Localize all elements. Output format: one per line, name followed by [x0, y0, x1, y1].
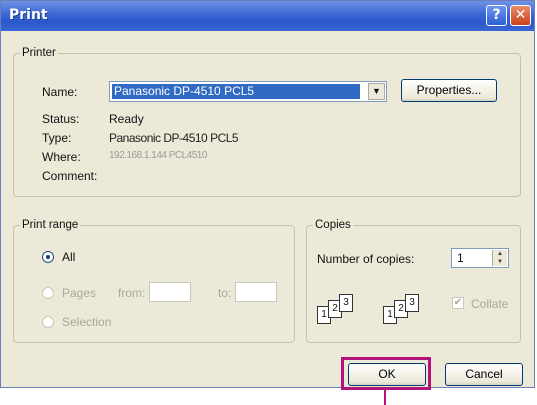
selection-radio[interactable] — [42, 316, 54, 328]
type-label: Type: — [42, 131, 72, 145]
page-icon: 3 — [405, 294, 419, 312]
pages-radio[interactable] — [42, 287, 54, 299]
copies-group: Copies — [306, 219, 521, 343]
comment-label: Comment: — [42, 169, 98, 183]
printer-name-value: Panasonic DP-4510 PCL5 — [112, 84, 360, 99]
collate-checkbox[interactable]: ✔ — [452, 297, 464, 309]
from-label: from: — [118, 286, 146, 300]
help-button[interactable]: ? — [486, 5, 507, 26]
where-value: 192.168.1.144 PCL4510 — [109, 150, 207, 161]
to-input[interactable] — [235, 282, 277, 302]
dialog-title: Print — [9, 7, 48, 23]
printer-name-select[interactable]: Panasonic DP-4510 PCL5 ▼ — [109, 81, 387, 102]
where-label: Where: — [42, 150, 81, 164]
from-input[interactable] — [149, 282, 191, 302]
pages-label[interactable]: Pages — [62, 286, 96, 300]
selection-label[interactable]: Selection — [62, 315, 111, 329]
spin-arrows-icon[interactable]: ▲ ▼ — [492, 250, 507, 266]
type-value: Panasonic DP-4510 PCL5 — [109, 131, 239, 145]
printer-group-label: Printer — [22, 47, 56, 59]
print-range-group: Print range — [13, 219, 295, 343]
cancel-button[interactable]: Cancel — [445, 363, 523, 386]
close-icon: ✕ — [514, 7, 527, 23]
help-icon: ? — [492, 7, 501, 23]
print-dialog: Print ? ✕ Printer Name: Panasonic DP-451… — [0, 0, 535, 388]
number-of-copies-label: Number of copies: — [317, 252, 415, 266]
title-bar[interactable]: Print ? ✕ — [1, 1, 534, 31]
properties-button[interactable]: Properties... — [401, 79, 497, 102]
all-label[interactable]: All — [62, 250, 75, 264]
dropdown-arrow-icon[interactable]: ▼ — [368, 83, 385, 100]
page-icon: 3 — [339, 294, 353, 312]
copies-value: 1 — [457, 251, 464, 265]
ok-highlight-box — [341, 357, 431, 390]
to-label: to: — [218, 286, 232, 300]
status-value: Ready — [109, 112, 144, 126]
close-button[interactable]: ✕ — [510, 5, 531, 26]
status-label: Status: — [42, 112, 80, 126]
callout-pointer — [384, 389, 386, 405]
all-radio[interactable] — [42, 251, 54, 263]
checkmark-icon: ✔ — [453, 297, 463, 308]
print-range-label: Print range — [22, 219, 79, 231]
name-label: Name: — [42, 85, 78, 99]
copies-label: Copies — [315, 219, 351, 231]
copies-stepper[interactable]: 1 ▲ ▼ — [451, 248, 509, 268]
collate-label[interactable]: Collate — [471, 297, 508, 311]
radio-dot-icon — [46, 255, 50, 259]
